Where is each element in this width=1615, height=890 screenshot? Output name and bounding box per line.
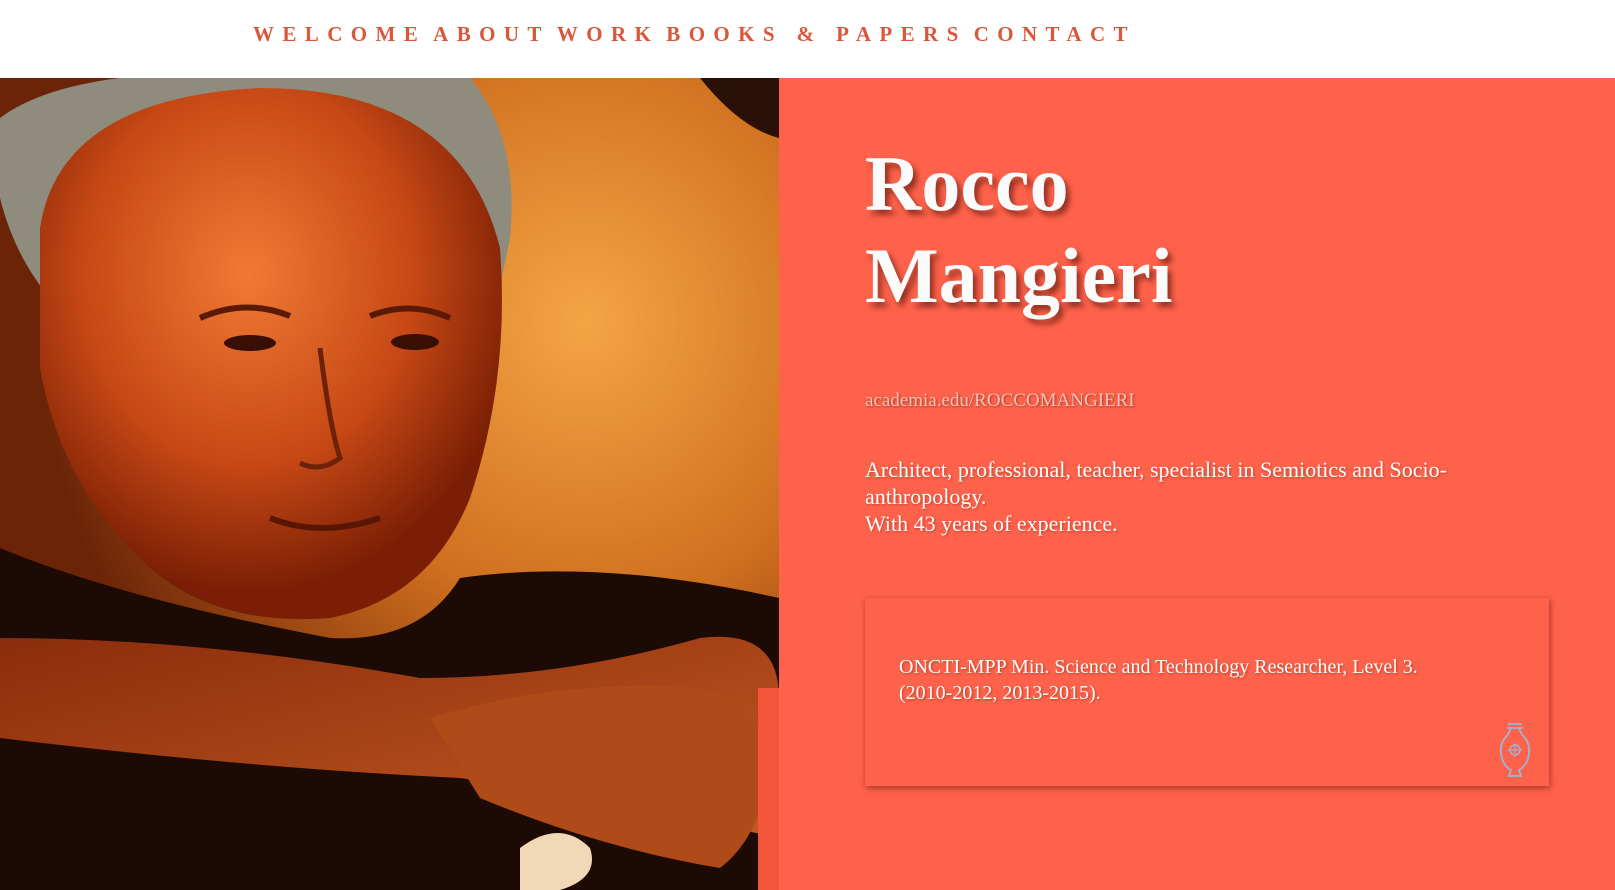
bio-text: Architect, professional, teacher, specia… [865, 456, 1505, 537]
nav-item-work[interactable]: WORK [557, 22, 659, 47]
nav-item-books-papers[interactable]: BOOKS & PAPERS [666, 22, 966, 47]
credential-line: (2010-2012, 2013-2015). [899, 682, 1101, 704]
vase-icon [1499, 723, 1531, 777]
credential-text: ONCTI-MPP Min. Science and Technology Re… [899, 654, 1499, 706]
bio-line: Architect, professional, teacher, specia… [865, 457, 1447, 509]
bio-line: With 43 years of experience. [865, 511, 1118, 536]
portrait-photo [0, 78, 779, 890]
nav-item-welcome[interactable]: WELCOME [253, 22, 426, 47]
credential-line: ONCTI-MPP Min. Science and Technology Re… [899, 656, 1418, 678]
nav-menu: WELCOME ABOUT WORK BOOKS & PAPERS CONTAC… [253, 22, 1143, 47]
top-navigation: WELCOME ABOUT WORK BOOKS & PAPERS CONTAC… [0, 0, 1615, 78]
credential-card: ONCTI-MPP Min. Science and Technology Re… [865, 598, 1549, 786]
profile-panel: Rocco Mangieri academia.edu/ROCCOMANGIER… [779, 78, 1615, 890]
nav-item-about[interactable]: ABOUT [433, 22, 550, 47]
nav-item-contact[interactable]: CONTACT [974, 22, 1136, 47]
first-name: Rocco [865, 140, 1069, 227]
last-name: Mangieri [865, 232, 1173, 319]
profile-name: Rocco Mangieri [865, 138, 1173, 322]
academia-profile-link[interactable]: academia.edu/ROCCOMANGIERI [865, 390, 1135, 412]
